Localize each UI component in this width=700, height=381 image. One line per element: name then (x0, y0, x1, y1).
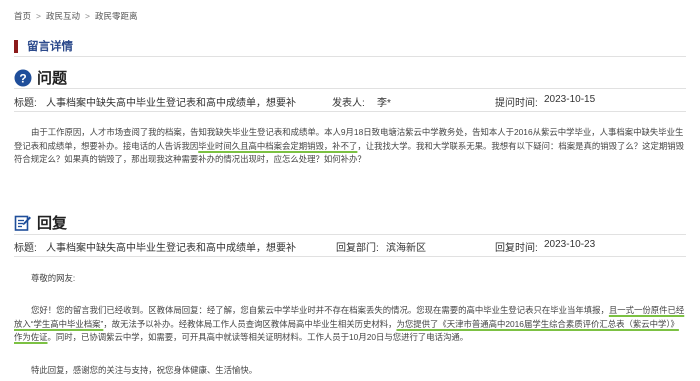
question-title: 问题 (37, 70, 68, 87)
question-icon: ? (14, 69, 32, 86)
breadcrumb-sep: > (36, 11, 41, 21)
breadcrumb-current[interactable]: 政民零距离 (95, 11, 138, 21)
divider (14, 56, 686, 57)
section-accent-bar (14, 39, 18, 53)
question-subject: 人事档案中缺失高中毕业生登记表和高中成绩单，想要补 (46, 98, 296, 109)
answer-closing: 特此回复，感谢您的关注与支持，祝您身体健康、生活愉快。 (31, 365, 258, 375)
breadcrumb-interaction[interactable]: 政民互动 (46, 11, 80, 21)
question-heading: ? 问题 (14, 67, 67, 88)
sender-label: 发表人: (332, 98, 365, 109)
answer-heading: 回复 (14, 212, 67, 233)
answer-body: 您好！您的留言我们已经收到。区教体局回复：经了解，您自紫云中学毕业时并不存在档案… (14, 305, 685, 343)
subject-label: 标题: (14, 98, 37, 109)
date-label: 回复时间: (495, 243, 538, 254)
svg-text:?: ? (19, 71, 26, 85)
divider (14, 234, 686, 235)
sender-name: 李* (377, 98, 391, 109)
answer-subject: 人事档案中缺失高中毕业生登记表和高中成绩单，想要补 (46, 243, 296, 254)
breadcrumb: 首页 > 政民互动 > 政民零距离 (14, 10, 137, 22)
reply-dept: 滨海新区 (386, 243, 426, 254)
answer-date: 2023-10-23 (544, 239, 596, 250)
question-date: 2023-10-15 (544, 94, 596, 105)
highlighted-text: 毕业时间久且高中档案会定期销毁，补不了 (198, 140, 358, 151)
section-header: 留言详情 (14, 38, 73, 54)
date-label: 提问时间: (495, 98, 538, 109)
divider (14, 88, 686, 89)
answer-greeting: 尊敬的网友: (31, 273, 76, 283)
breadcrumb-home[interactable]: 首页 (14, 11, 31, 21)
answer-title: 回复 (37, 215, 68, 232)
divider (14, 111, 686, 112)
answer-meta: 标题: 人事档案中缺失高中毕业生登记表和高中成绩单，想要补 回复部门: 滨海新区… (14, 237, 686, 254)
dept-label: 回复部门: (336, 243, 379, 254)
subject-label: 标题: (14, 243, 37, 254)
edit-icon (14, 215, 31, 231)
question-body: 由于工作原因，人才市场查阅了我的档案，告知我缺失毕业生登记表和成绩单。本人9月1… (14, 127, 684, 165)
section-title: 留言详情 (27, 41, 73, 53)
breadcrumb-sep: > (85, 11, 90, 21)
divider (14, 256, 686, 257)
question-meta: 标题: 人事档案中缺失高中毕业生登记表和高中成绩单，想要补 发表人: 李* 提问… (14, 92, 686, 109)
